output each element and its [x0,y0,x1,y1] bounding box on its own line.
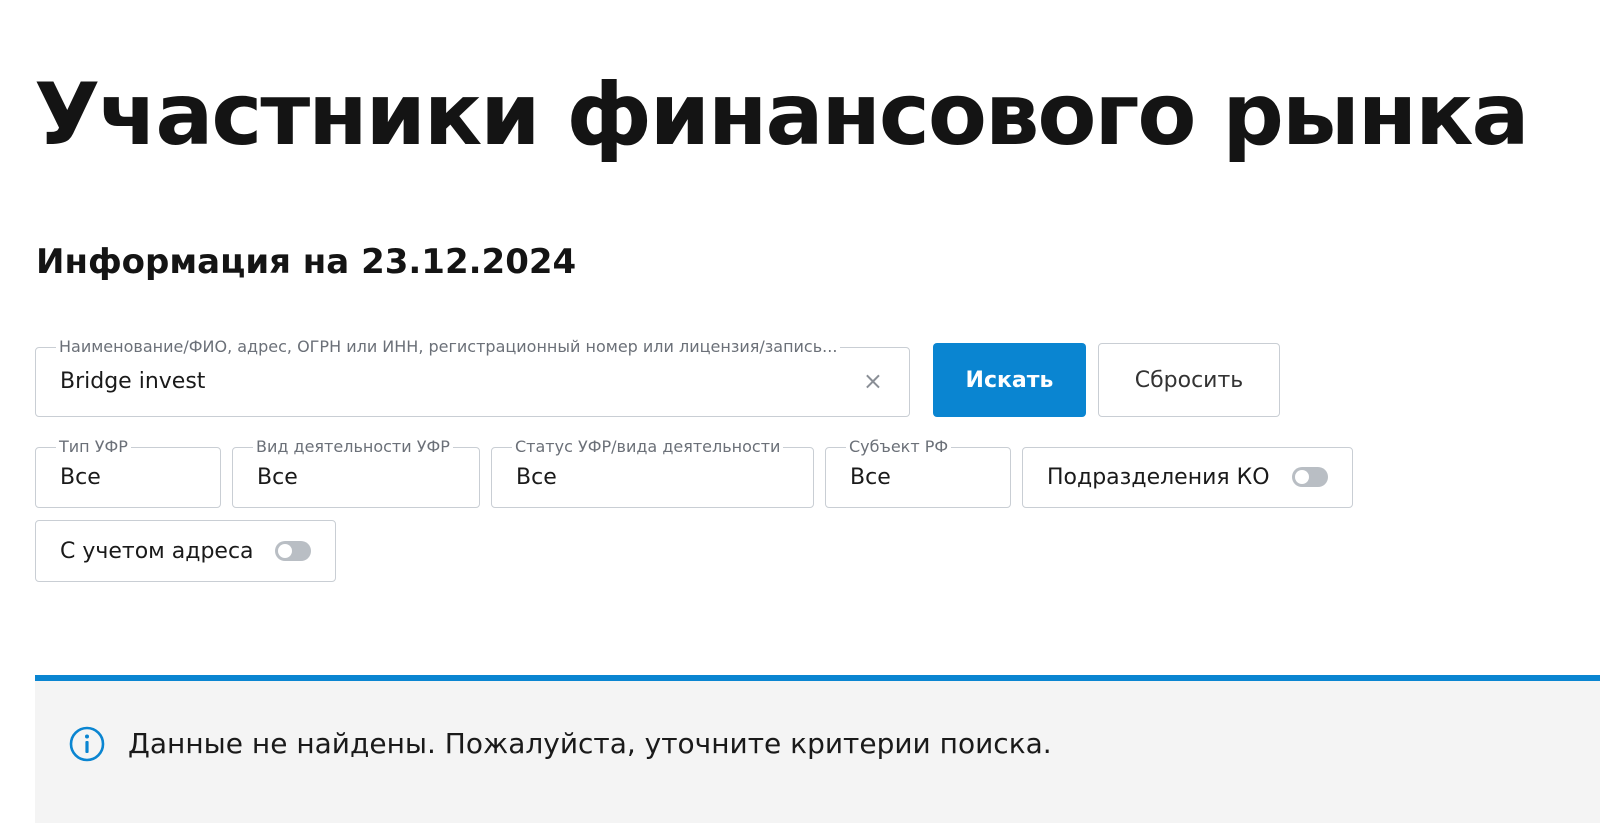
toggle-knob [278,544,292,558]
status-label: Статус УФР/вида деятельности [512,437,784,457]
ufr-type-value: Все [60,465,101,490]
ufr-type-label: Тип УФР [56,437,131,457]
reset-button[interactable]: Сбросить [1098,343,1280,417]
page: Участники финансового рынка Информация н… [0,0,1600,823]
activity-type-label: Вид деятельности УФР [253,437,453,457]
search-button[interactable]: Искать [933,343,1086,417]
clear-icon[interactable]: × [863,366,883,396]
branches-toggle-label: Подразделения КО [1047,465,1270,490]
info-date: Информация на 23.12.2024 [36,242,577,282]
activity-type-select[interactable]: Вид деятельности УФР Все [232,437,480,508]
ufr-type-select[interactable]: Тип УФР Все [35,437,221,508]
search-field-label: Наименование/ФИО, адрес, ОГРН или ИНН, р… [56,337,841,357]
search-input[interactable]: Bridge invest [60,369,205,394]
status-value: Все [516,465,557,490]
region-value: Все [850,465,891,490]
status-select[interactable]: Статус УФР/вида деятельности Все [491,437,814,508]
toggle-knob [1295,470,1309,484]
address-toggle-label: С учетом адреса [60,538,254,564]
branches-toggle-box: Подразделения КО [1022,447,1353,508]
page-title: Участники финансового рынка [34,65,1530,165]
no-results-notice: Данные не найдены. Пожалуйста, уточните … [35,675,1600,823]
branches-toggle[interactable] [1292,467,1328,487]
address-toggle-box: С учетом адреса [35,520,336,582]
notice-text: Данные не найдены. Пожалуйста, уточните … [128,727,1052,760]
info-icon [69,726,105,762]
region-label: Субъект РФ [846,437,952,457]
activity-type-value: Все [257,465,298,490]
region-select[interactable]: Субъект РФ Все [825,437,1011,508]
address-toggle[interactable] [275,541,311,561]
search-field[interactable]: Наименование/ФИО, адрес, ОГРН или ИНН, р… [35,337,910,417]
